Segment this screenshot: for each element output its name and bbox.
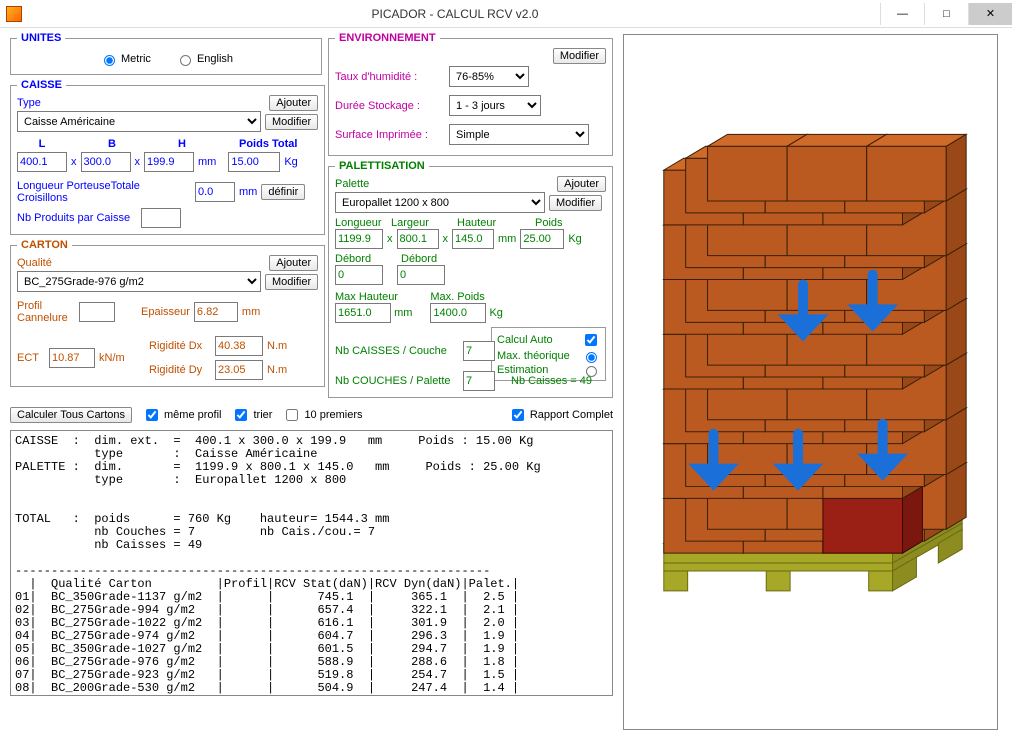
nb-produits-input[interactable] <box>141 208 181 228</box>
pallet-3d-svg <box>624 35 997 729</box>
L-label: L <box>17 138 67 150</box>
minimize-button[interactable]: — <box>880 3 924 25</box>
hauteur-label: Hauteur <box>457 217 509 229</box>
surface-label: Surface Imprimée : <box>335 129 445 141</box>
taux-select[interactable]: 76-85% <box>449 66 529 87</box>
english-radio-label[interactable]: English <box>175 52 233 66</box>
largeur-label: Largeur <box>391 217 441 229</box>
palet-l-input[interactable] <box>397 229 439 249</box>
palette-label: Palette <box>335 178 385 190</box>
env-modifier-button[interactable]: Modifier <box>553 48 606 64</box>
caisse-modifier-button[interactable]: Modifier <box>265 114 318 130</box>
rdx-input[interactable] <box>215 336 263 356</box>
dix-premiers-check[interactable]: 10 premiers <box>282 406 362 424</box>
longueur-label: Longueur <box>335 217 387 229</box>
longueur-porteuse-label: Longueur PorteuseTotale Croisillons <box>17 180 191 204</box>
poids-input[interactable] <box>228 152 280 172</box>
debord1-label: Débord <box>335 253 387 265</box>
palet-modifier-button[interactable]: Modifier <box>549 195 602 211</box>
rigidite-dx-label: Rigidité Dx <box>149 340 211 352</box>
qualite-label: Qualité <box>17 257 67 269</box>
palet-fieldset: PALETTISATION Palette Ajouter Europallet… <box>328 160 613 398</box>
rdy-input[interactable] <box>215 360 263 380</box>
debord2-label: Débord <box>401 253 451 265</box>
palet-p-input[interactable] <box>520 229 564 249</box>
max-theo-label: Max. théorique <box>497 350 577 362</box>
carton-legend: CARTON <box>17 239 72 251</box>
palette-select[interactable]: Europallet 1200 x 800 <box>335 192 545 213</box>
longueur-porteuse-input[interactable] <box>195 182 235 202</box>
english-radio[interactable] <box>180 55 191 66</box>
poids-total-label: Poids Total <box>239 138 297 150</box>
max-hauteur-label: Max Hauteur <box>335 291 412 303</box>
B-input[interactable] <box>81 152 131 172</box>
duree-label: Durée Stockage : <box>335 100 445 112</box>
app-icon <box>6 6 22 22</box>
ncp-input[interactable] <box>463 371 495 391</box>
window-controls: — □ ✕ <box>880 3 1012 25</box>
mm-label: mm <box>198 156 216 168</box>
caisse-fieldset: CAISSE Type Ajouter Caisse Américaine Mo… <box>10 79 325 235</box>
meme-profil-check[interactable]: même profil <box>142 406 221 424</box>
control-bar: Calculer Tous Cartons même profil trier … <box>10 402 613 428</box>
profil-label: Profil Cannelure <box>17 300 75 324</box>
calcul-auto-label: Calcul Auto <box>497 334 577 346</box>
B-label: B <box>87 138 137 150</box>
palet-L-input[interactable] <box>335 229 383 249</box>
caisse-legend: CAISSE <box>17 79 66 91</box>
max-poids-input[interactable] <box>430 303 486 323</box>
rapport-check[interactable]: Rapport Complet <box>508 406 613 424</box>
L-input[interactable] <box>17 152 67 172</box>
max-poids-label: Max. Poids <box>430 291 503 303</box>
window-title: PICADOR - CALCUL RCV v2.0 <box>30 7 880 21</box>
poids-label: Poids <box>535 217 563 229</box>
metric-radio[interactable] <box>104 55 115 66</box>
caisse-type-select[interactable]: Caisse Américaine <box>17 111 261 132</box>
env-legend: ENVIRONNEMENT <box>335 32 440 44</box>
ncc-input[interactable] <box>463 341 495 361</box>
max-hauteur-input[interactable] <box>335 303 391 323</box>
pallet-3d-preview <box>623 34 998 730</box>
nb-produits-label: Nb Produits par Caisse <box>17 212 137 224</box>
taux-label: Taux d'humidité : <box>335 71 445 83</box>
H-label: H <box>157 138 207 150</box>
unites-fieldset: UNITES Metric English <box>10 32 322 75</box>
H-input[interactable] <box>144 152 194 172</box>
max-theo-radio[interactable] <box>586 352 597 363</box>
carton-fieldset: CARTON Qualité Ajouter BC_275Grade-976 g… <box>10 239 325 387</box>
rigidite-dy-label: Rigidité Dy <box>149 364 211 376</box>
palet-ajouter-button[interactable]: Ajouter <box>557 176 606 192</box>
epaisseur-input[interactable] <box>194 302 238 322</box>
maximize-button[interactable]: □ <box>924 3 968 25</box>
metric-radio-label[interactable]: Metric <box>99 52 151 66</box>
carton-qualite-select[interactable]: BC_275Grade-976 g/m2 <box>17 271 261 292</box>
type-label: Type <box>17 97 57 109</box>
ect-input[interactable] <box>49 348 95 368</box>
ect-label: ECT <box>17 352 45 364</box>
env-fieldset: ENVIRONNEMENT Modifier Taux d'humidité :… <box>328 32 613 156</box>
calcul-auto-check[interactable] <box>585 334 597 346</box>
epaisseur-label: Epaisseur <box>141 306 190 318</box>
unites-legend: UNITES <box>17 32 65 44</box>
titlebar: PICADOR - CALCUL RCV v2.0 — □ ✕ <box>0 0 1012 28</box>
nb-caisses-label: Nb Caisses = 49 <box>511 375 592 387</box>
duree-select[interactable]: 1 - 3 jours <box>449 95 541 116</box>
calculer-button[interactable]: Calculer Tous Cartons <box>10 407 132 423</box>
close-button[interactable]: ✕ <box>968 3 1012 25</box>
caisse-ajouter-button[interactable]: Ajouter <box>269 95 318 111</box>
debord2-input[interactable] <box>397 265 445 285</box>
debord1-input[interactable] <box>335 265 383 285</box>
ncc-label: Nb CAISSES / Couche <box>335 345 459 357</box>
carton-ajouter-button[interactable]: Ajouter <box>269 255 318 271</box>
profil-input[interactable] <box>79 302 115 322</box>
carton-modifier-button[interactable]: Modifier <box>265 274 318 290</box>
kg-label: Kg <box>284 156 297 168</box>
palet-legend: PALETTISATION <box>335 160 429 172</box>
trier-check[interactable]: trier <box>231 406 272 424</box>
ncp-label: Nb COUCHES / Palette <box>335 375 459 387</box>
palet-h-input[interactable] <box>452 229 494 249</box>
definir-button[interactable]: définir <box>261 184 305 200</box>
results-terminal: CAISSE : dim. ext. = 400.1 x 300.0 x 199… <box>10 430 613 696</box>
surface-select[interactable]: Simple <box>449 124 589 145</box>
